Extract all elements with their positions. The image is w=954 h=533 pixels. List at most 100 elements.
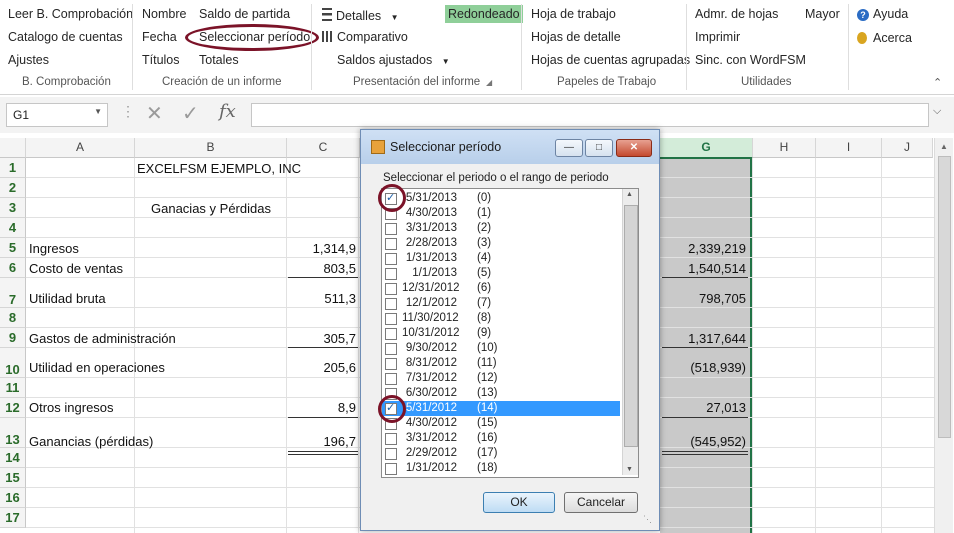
resize-grip-icon[interactable]: ⋱ <box>643 514 652 525</box>
checkbox[interactable] <box>385 433 397 445</box>
collapse-ribbon-icon[interactable]: ⌃ <box>933 76 942 89</box>
maximize-button[interactable]: □ <box>585 139 613 157</box>
checkbox[interactable] <box>385 223 397 235</box>
saldo-partida-button[interactable]: Saldo de partida <box>199 7 290 21</box>
cell-a5[interactable]: Ingresos <box>29 241 79 256</box>
sinc-wordfsm-button[interactable]: Sinc. con WordFSM <box>695 53 806 67</box>
period-item[interactable]: 11/30/2012 (8) <box>382 311 620 326</box>
period-item[interactable]: 4/30/2012 (15) <box>382 416 620 431</box>
checkbox[interactable] <box>385 448 397 460</box>
catalogo-cuentas-button[interactable]: Catalogo de cuentas <box>8 30 123 44</box>
cell-b3-report-title[interactable]: Ganacias y Pérdidas <box>151 201 271 216</box>
cell-g7[interactable]: 798,705 <box>664 291 746 306</box>
row-header[interactable]: 1 <box>0 158 26 178</box>
row-header[interactable]: 7 <box>0 278 26 308</box>
row-header[interactable]: 12 <box>0 398 26 418</box>
ajustes-button[interactable]: Ajustes <box>8 53 49 67</box>
cell-g10[interactable]: (518,939) <box>664 360 746 375</box>
column-header-b[interactable]: B <box>135 138 287 158</box>
dialog-launcher-icon[interactable]: ◢ <box>486 78 492 87</box>
cell-g9[interactable]: 1,317,644 <box>664 331 746 346</box>
expand-formula-icon[interactable]: ⌵ <box>933 105 941 118</box>
cell-a13[interactable]: Ganancias (pérdidas) <box>29 434 153 449</box>
hoja-trabajo-button[interactable]: Hoja de trabajo <box>531 7 616 21</box>
cell-a12[interactable]: Otros ingresos <box>29 400 114 415</box>
period-item[interactable]: 2/29/2012 (17) <box>382 446 620 461</box>
admr-hojas-button[interactable]: Admr. de hojas <box>695 7 778 21</box>
acerca-button[interactable]: Acerca <box>857 30 912 45</box>
checkbox[interactable] <box>385 238 397 250</box>
cell-a9[interactable]: Gastos de administración <box>29 331 176 346</box>
cell-g5[interactable]: 2,339,219 <box>664 241 746 256</box>
period-item[interactable]: 2/28/2013 (3) <box>382 236 620 251</box>
checkbox[interactable] <box>385 268 397 280</box>
checkbox[interactable] <box>385 373 397 385</box>
period-item[interactable]: 4/30/2013 (1) <box>382 206 620 221</box>
function-icon[interactable]: fx <box>219 101 236 122</box>
period-item[interactable]: 6/30/2012 (13) <box>382 386 620 401</box>
close-button[interactable]: ✕ <box>616 139 652 157</box>
cell-b1-company[interactable]: EXCELFSM EJEMPLO, INC <box>137 161 301 176</box>
listbox-scroll-thumb[interactable] <box>624 205 638 447</box>
listbox-scrollbar[interactable]: ▲ ▼ <box>622 189 638 475</box>
period-item[interactable]: ✓ 5/31/2012 (14) <box>382 401 620 416</box>
row-header[interactable]: 5 <box>0 238 26 258</box>
checkbox[interactable] <box>385 328 397 340</box>
cell-c13[interactable]: 196,7 <box>290 434 356 449</box>
select-all-corner[interactable] <box>0 138 26 158</box>
cell-g12[interactable]: 27,013 <box>664 400 746 415</box>
period-item[interactable]: 9/30/2012 (10) <box>382 341 620 356</box>
cancel-icon[interactable]: ✕ <box>146 101 163 126</box>
period-item[interactable]: 7/31/2012 (12) <box>382 371 620 386</box>
period-item[interactable]: ✓ 5/31/2013 (0) <box>382 191 620 206</box>
name-box[interactable]: G1 ▼ <box>6 103 108 127</box>
scroll-up-icon[interactable]: ▲ <box>940 142 948 151</box>
redondeado-toggle[interactable]: Redondeado <box>445 5 523 23</box>
checkbox[interactable] <box>385 283 397 295</box>
cell-c12[interactable]: 8,9 <box>290 400 356 415</box>
cancelar-button[interactable]: Cancelar <box>564 492 638 513</box>
row-header[interactable]: 17 <box>0 508 26 528</box>
cell-c7[interactable]: 511,3 <box>290 291 356 306</box>
column-header-g[interactable]: G <box>660 138 753 159</box>
checkbox[interactable] <box>385 463 397 475</box>
row-header[interactable]: 10 <box>0 348 26 378</box>
cell-a10[interactable]: Utilidad en operaciones <box>29 360 165 375</box>
row-header[interactable]: 16 <box>0 488 26 508</box>
dialog-titlebar[interactable]: Seleccionar período — □ ✕ <box>361 130 659 164</box>
detalles-button[interactable]: Detalles ▼ <box>322 7 399 23</box>
row-header[interactable]: 14 <box>0 448 26 468</box>
period-item[interactable]: 8/31/2012 (11) <box>382 356 620 371</box>
column-header-h[interactable]: H <box>753 138 816 158</box>
titulos-button[interactable]: Títulos <box>142 53 180 67</box>
fecha-button[interactable]: Fecha <box>142 30 177 44</box>
column-header-c[interactable]: C <box>287 138 360 158</box>
chevron-down-icon[interactable]: ▼ <box>94 107 102 116</box>
checkbox[interactable] <box>385 253 397 265</box>
imprimir-button[interactable]: Imprimir <box>695 30 740 44</box>
cell-a7[interactable]: Utilidad bruta <box>29 291 106 306</box>
cell-a6[interactable]: Costo de ventas <box>29 261 123 276</box>
totales-button[interactable]: Totales <box>199 53 239 67</box>
period-item[interactable]: 3/31/2013 (2) <box>382 221 620 236</box>
hojas-cuentas-agrupadas-button[interactable]: Hojas de cuentas agrupadas <box>531 53 690 67</box>
cell-c10[interactable]: 205,6 <box>290 360 356 375</box>
cell-g6[interactable]: 1,540,514 <box>664 261 746 276</box>
checkbox[interactable] <box>385 358 397 370</box>
minimize-button[interactable]: — <box>555 139 583 157</box>
scrollbar-thumb[interactable] <box>938 156 951 438</box>
hojas-detalle-button[interactable]: Hojas de detalle <box>531 30 621 44</box>
row-header[interactable]: 8 <box>0 308 26 328</box>
period-item[interactable]: 12/1/2012 (7) <box>382 296 620 311</box>
period-item[interactable]: 1/31/2012 (18) <box>382 461 620 476</box>
formula-input[interactable] <box>251 103 929 127</box>
period-item[interactable]: 12/31/2012 (6) <box>382 281 620 296</box>
cell-g13[interactable]: (545,952) <box>664 434 746 449</box>
column-header-j[interactable]: J <box>882 138 933 158</box>
period-item[interactable]: 1/31/2013 (4) <box>382 251 620 266</box>
cell-c6[interactable]: 803,5 <box>290 261 356 276</box>
row-header[interactable]: 4 <box>0 218 26 238</box>
scroll-down-icon[interactable]: ▼ <box>626 466 633 473</box>
vertical-scrollbar[interactable]: ▲ <box>934 138 953 533</box>
row-header[interactable]: 13 <box>0 418 26 448</box>
